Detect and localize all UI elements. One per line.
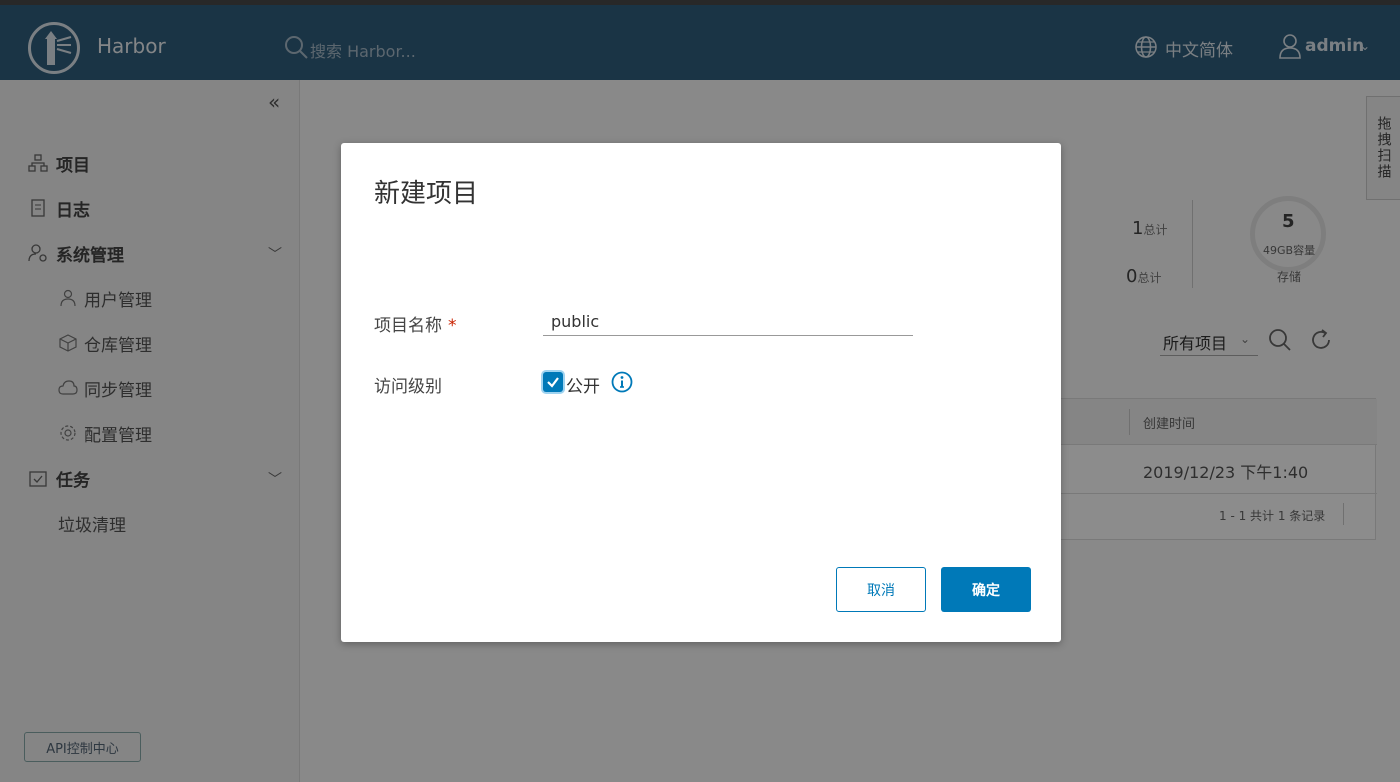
dialog-title: 新建项目	[374, 179, 479, 209]
new-project-dialog: 新建项目 项目名称* 访问级别 公开 取消 确定	[341, 143, 1061, 642]
access-level-label: 访问级别	[374, 377, 442, 397]
required-mark: *	[448, 316, 457, 336]
confirm-button[interactable]: 确定	[941, 567, 1031, 612]
public-checkbox[interactable]	[543, 372, 563, 392]
cancel-button[interactable]: 取消	[836, 567, 926, 612]
project-name-input[interactable]	[543, 308, 913, 336]
info-icon[interactable]	[611, 371, 633, 393]
project-name-label: 项目名称 *	[374, 316, 457, 336]
checkmark-icon	[547, 377, 559, 388]
public-checkbox-label[interactable]: 公开	[566, 372, 600, 397]
